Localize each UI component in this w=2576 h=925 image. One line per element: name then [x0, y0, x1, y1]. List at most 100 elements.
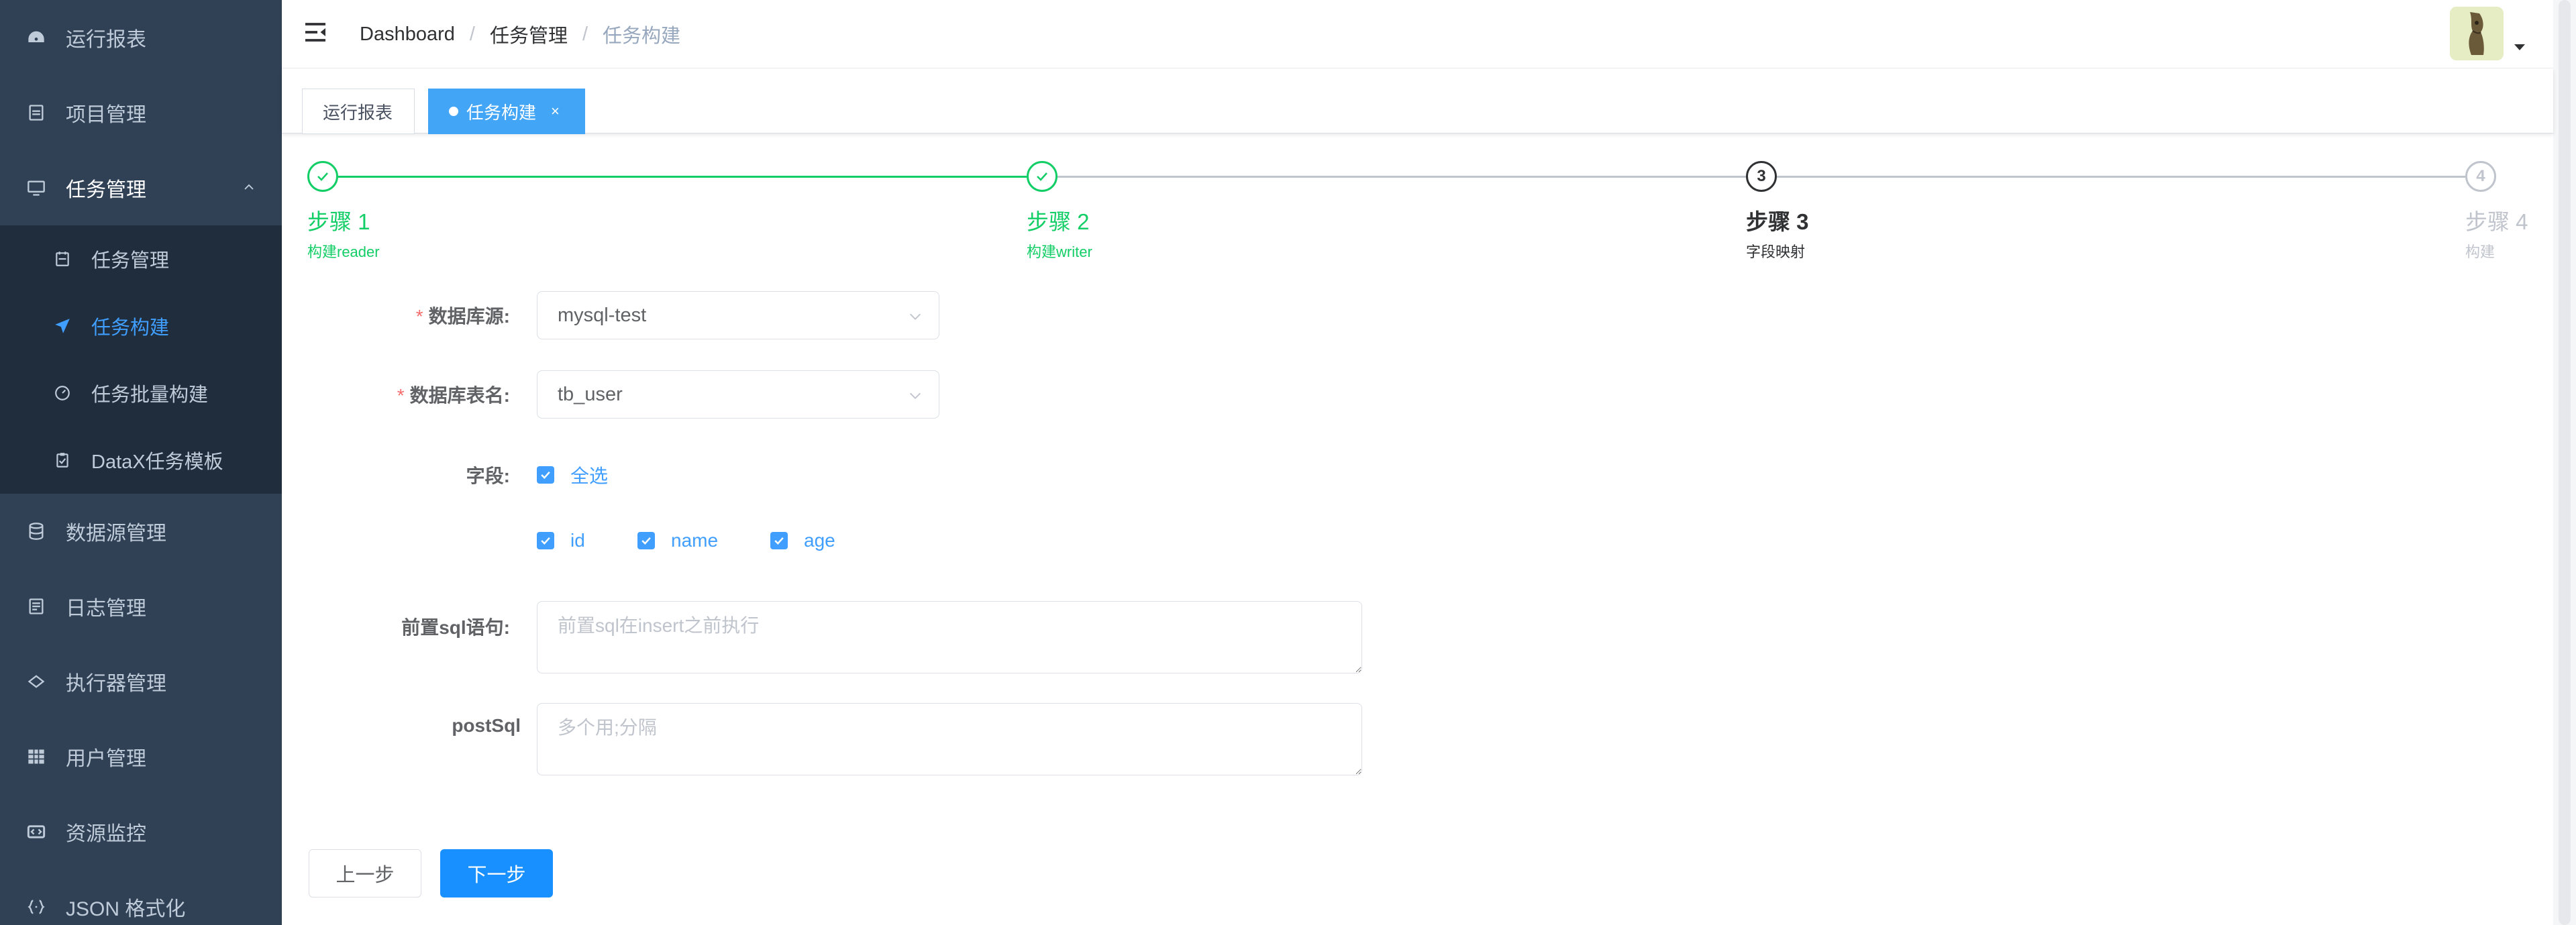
pre-sql-textarea[interactable] — [537, 601, 1362, 673]
sidebar-item-label: 资源监控 — [66, 823, 146, 845]
submenu-item-label: DataX任务模板 — [91, 451, 223, 473]
caret-down-icon[interactable] — [2514, 44, 2525, 50]
table-value: tb_user — [558, 383, 623, 405]
tags-view: 运行报表 任务构建 × — [282, 69, 2553, 134]
datasource-select[interactable]: mysql-test — [537, 291, 939, 339]
send-icon — [54, 317, 71, 335]
sidebar-item-executors[interactable]: 执行器管理 — [0, 644, 282, 719]
chevron-up-icon — [244, 184, 254, 190]
executor-icon — [27, 672, 46, 691]
avatar-image — [2450, 7, 2504, 60]
fields-label: 字段: — [466, 466, 510, 486]
step-1-description: 构建reader — [307, 243, 380, 260]
field-checkbox-id[interactable]: id — [537, 530, 585, 551]
step-1-check-icon — [307, 161, 338, 192]
sidebar-item-label: JSON 格式化 — [66, 898, 186, 920]
step-3-description: 字段映射 — [1746, 243, 1806, 260]
datasource-label: * 数据库源: — [376, 302, 510, 329]
select-all-checkbox[interactable]: 全选 — [537, 461, 608, 488]
step-2-description: 构建writer — [1027, 243, 1092, 260]
breadcrumb: Dashboard / 任务管理 / 任务构建 — [360, 20, 680, 48]
table-icon — [27, 747, 46, 766]
dashboard-icon — [27, 28, 46, 47]
step-4-description: 构建 — [2465, 243, 2495, 260]
monitor-code-icon — [27, 822, 46, 841]
step-3-number: 3 — [1746, 161, 1777, 192]
field-checkbox-name[interactable]: name — [637, 530, 718, 551]
post-sql-textarea[interactable] — [537, 703, 1362, 775]
page-scrollbar[interactable] — [2553, 0, 2576, 925]
breadcrumb-task-build: 任务构建 — [603, 25, 681, 47]
close-icon[interactable]: × — [551, 103, 560, 120]
sidebar-item-task-management[interactable]: 任务管理 — [0, 150, 282, 225]
table-label-text: 数据库表名: — [409, 385, 510, 406]
active-dot-icon — [449, 107, 458, 116]
step-line-2 — [1058, 176, 1746, 178]
step-4-title: 步骤 4 — [2465, 209, 2528, 234]
field-checkbox-age[interactable]: age — [770, 530, 835, 551]
table-label: * 数据库表名: — [362, 381, 510, 408]
sidebar-item-projects[interactable]: 项目管理 — [0, 75, 282, 150]
step-2-check-icon — [1027, 161, 1058, 192]
step-2-title: 步骤 2 — [1027, 209, 1090, 234]
post-sql-label: postSql — [452, 715, 521, 736]
sidebar: 运行报表 项目管理 任务管理 任务管理 任务构建 任务批量构建 DataX任务模… — [0, 0, 282, 925]
breadcrumb-dashboard[interactable]: Dashboard — [360, 23, 455, 46]
sidebar-item-label: 执行器管理 — [66, 673, 166, 695]
project-icon — [27, 103, 46, 122]
sidebar-item-users[interactable]: 用户管理 — [0, 719, 282, 794]
tag-run-report[interactable]: 运行报表 — [302, 89, 415, 134]
submenu-item-task-build[interactable]: 任务构建 — [0, 292, 282, 360]
required-mark: * — [415, 306, 423, 327]
next-step-button[interactable]: 下一步 — [440, 849, 553, 897]
chevron-down-icon — [910, 313, 921, 320]
checkbox-checked-icon — [537, 466, 554, 484]
checkbox-checked-icon — [770, 532, 788, 549]
chevron-down-icon — [910, 392, 921, 399]
submenu-item-task-management[interactable]: 任务管理 — [0, 225, 282, 292]
checkbox-checked-icon — [537, 532, 554, 549]
dashboard-gauge-icon — [54, 384, 71, 402]
step-line-1 — [338, 176, 1027, 178]
calendar-icon — [54, 250, 71, 268]
submenu-item-datax-template[interactable]: DataX任务模板 — [0, 427, 282, 494]
checkbox-checked-icon — [637, 532, 655, 549]
sidebar-item-datasource[interactable]: 数据源管理 — [0, 494, 282, 569]
submenu-item-batch-build[interactable]: 任务批量构建 — [0, 360, 282, 427]
sidebar-item-logs[interactable]: 日志管理 — [0, 569, 282, 644]
required-mark: * — [397, 385, 405, 406]
datasource-label-text: 数据库源: — [428, 306, 510, 327]
avatar[interactable] — [2450, 7, 2504, 60]
tag-task-build[interactable]: 任务构建 × — [428, 89, 585, 134]
field-option-label: name — [671, 530, 719, 551]
sidebar-item-label: 数据源管理 — [66, 523, 166, 545]
submenu-item-label: 任务管理 — [91, 250, 170, 272]
submenu-item-label: 任务构建 — [91, 317, 170, 339]
step-line-3 — [1777, 176, 2465, 178]
step-1-title: 步骤 1 — [307, 209, 370, 234]
step-4-number: 4 — [2465, 161, 2496, 192]
breadcrumb-task-management[interactable]: 任务管理 — [490, 20, 568, 48]
sidebar-item-dashboard[interactable]: 运行报表 — [0, 0, 282, 75]
tag-label: 任务构建 — [466, 102, 537, 123]
field-option-label: id — [570, 530, 585, 551]
step-3-title: 步骤 3 — [1746, 209, 1809, 234]
json-icon — [27, 897, 46, 916]
tag-label: 运行报表 — [323, 102, 393, 123]
sidebar-item-json-format[interactable]: JSON 格式化 — [0, 869, 282, 925]
table-select[interactable]: tb_user — [537, 370, 939, 419]
hamburger-menu-icon[interactable] — [303, 20, 327, 44]
previous-step-button[interactable]: 上一步 — [309, 849, 421, 897]
sidebar-item-resource-monitor[interactable]: 资源监控 — [0, 794, 282, 869]
sidebar-item-label: 任务管理 — [66, 179, 146, 201]
datasource-value: mysql-test — [558, 304, 647, 326]
steps: 步骤 1 构建reader 步骤 2 构建writer 3 步骤 3 字段映射 … — [307, 161, 2535, 268]
breadcrumb-separator: / — [469, 23, 475, 45]
sidebar-item-label: 项目管理 — [66, 104, 146, 126]
database-icon — [27, 522, 46, 541]
scrollbar-thumb[interactable] — [2559, 0, 2571, 925]
monitor-icon — [27, 178, 46, 197]
sidebar-item-label: 日志管理 — [66, 598, 146, 620]
sidebar-item-label: 用户管理 — [66, 748, 146, 770]
field-option-label: age — [804, 530, 835, 551]
